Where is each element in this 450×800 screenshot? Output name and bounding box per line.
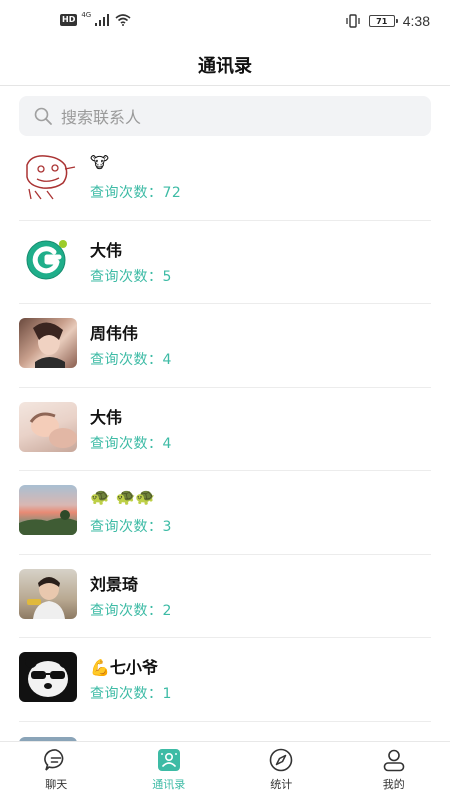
query-count: 查询次数：3 xyxy=(90,519,172,535)
avatar xyxy=(19,401,77,452)
battery-level: 71 xyxy=(376,16,388,26)
profile-icon xyxy=(383,749,405,772)
avatar xyxy=(19,652,77,702)
query-count: 查询次数：72 xyxy=(90,185,182,201)
status-right: 71 4:38 xyxy=(345,13,430,29)
contact-item[interactable]: 刘景琦 查询次数：2 xyxy=(0,555,450,638)
tab-label: 统计 xyxy=(270,778,293,791)
contact-name: 大伟 xyxy=(90,407,123,427)
divider xyxy=(19,720,431,722)
battery-icon: 71 xyxy=(368,15,398,27)
tab-statistics[interactable]: 统计 xyxy=(225,742,338,800)
contact-item[interactable]: 周伟伟 查询次数：4 xyxy=(0,304,450,388)
status-left: HD 4G xyxy=(60,11,131,26)
contact-name: 🐮 xyxy=(90,153,109,172)
status-bar: HD 4G 71 4:38 xyxy=(0,0,450,44)
contacts-icon xyxy=(157,749,180,771)
vibrate-icon xyxy=(346,14,360,28)
avatar xyxy=(19,485,77,535)
contact-item[interactable]: 大伟 查询次数：5 xyxy=(0,221,450,304)
query-count: 查询次数：4 xyxy=(90,352,172,368)
tab-profile[interactable]: 我的 xyxy=(338,742,450,800)
contact-item[interactable]: 💪七小爷 查询次数：1 xyxy=(0,638,450,722)
contact-list: 🐮 查询次数：72 大伟 查询次数：5 周伟伟 查询次数：4 大伟 查询次数：4… xyxy=(0,137,450,722)
search-placeholder: 搜索联系人 xyxy=(61,108,142,127)
contact-name: 💪七小爷 xyxy=(90,658,158,677)
network-type: 4G xyxy=(81,11,92,19)
clock: 4:38 xyxy=(402,13,430,29)
query-count: 查询次数：2 xyxy=(90,602,172,619)
contact-item[interactable]: 大伟 查询次数：4 xyxy=(0,388,450,471)
bottom-nav: 聊天 通讯录 统计 我的 xyxy=(0,741,450,800)
tab-chat[interactable]: 聊天 xyxy=(0,742,113,800)
query-count: 查询次数：1 xyxy=(90,686,172,702)
search-input[interactable]: 搜索联系人 xyxy=(19,96,431,136)
chat-icon xyxy=(44,749,64,771)
tab-label: 聊天 xyxy=(45,778,68,791)
compass-icon xyxy=(269,748,293,772)
contact-name: 刘景琦 xyxy=(90,574,139,594)
tab-contacts[interactable]: 通讯录 xyxy=(113,742,226,800)
tab-label: 我的 xyxy=(382,778,405,791)
hd-badge: HD xyxy=(60,14,78,26)
search-icon xyxy=(34,107,52,125)
avatar xyxy=(19,151,77,201)
avatar xyxy=(19,234,77,285)
query-count: 查询次数：5 xyxy=(90,268,172,285)
contact-item[interactable]: 🐢 🐢🐢 查询次数：3 xyxy=(0,471,450,555)
contact-name: 周伟伟 xyxy=(90,324,139,343)
contact-name: 🐢 🐢🐢 xyxy=(90,487,156,506)
title-bar: 通讯录 xyxy=(0,44,450,86)
contact-item[interactable]: 🐮 查询次数：72 xyxy=(0,137,450,221)
signal-icon xyxy=(95,14,110,26)
avatar xyxy=(19,568,77,619)
page-title: 通讯录 xyxy=(198,55,252,77)
avatar xyxy=(19,318,77,368)
wifi-icon xyxy=(115,14,131,26)
contact-name: 大伟 xyxy=(90,240,123,260)
query-count: 查询次数：4 xyxy=(90,435,172,452)
tab-label: 通讯录 xyxy=(152,778,186,791)
